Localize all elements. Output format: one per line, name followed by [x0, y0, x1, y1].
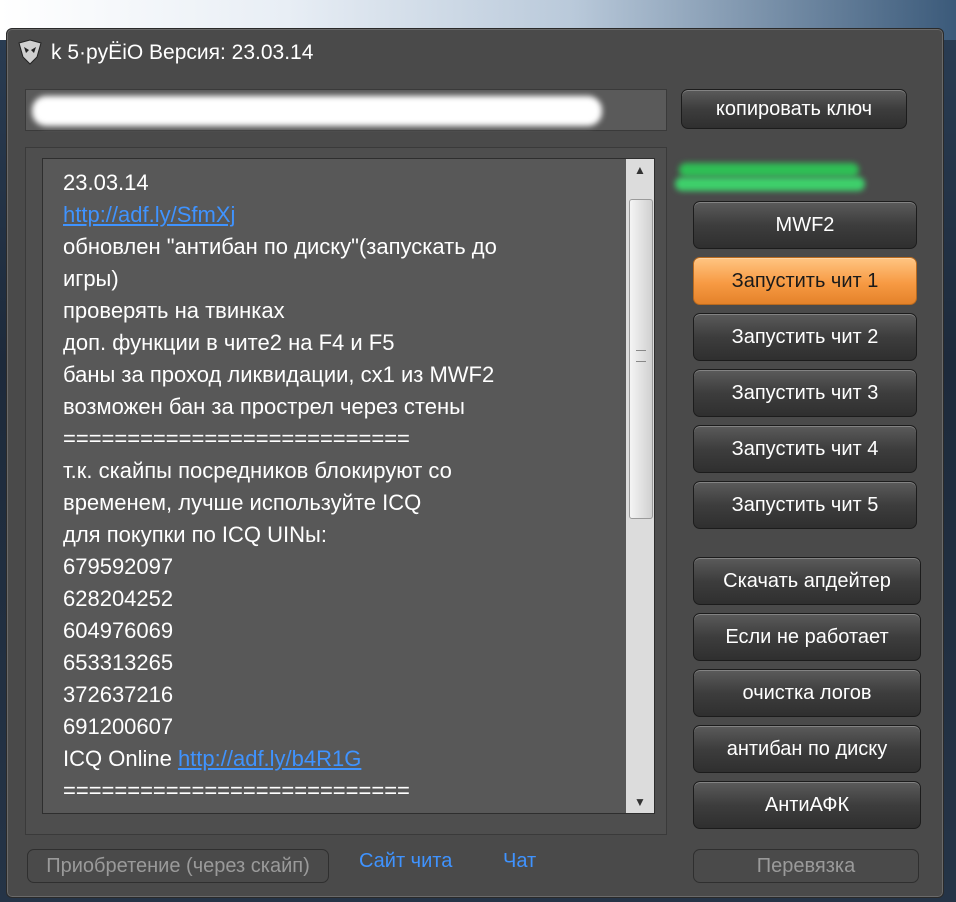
scroll-up-arrow-icon[interactable]: ▲ [626, 159, 654, 181]
news-log-line: =========================== [63, 426, 410, 451]
if-not-working-button[interactable]: Если не работает [693, 613, 921, 661]
news-log-line: проверять на твинках [63, 298, 285, 323]
news-log-line: возможен бан за прострел через стены [63, 394, 465, 419]
news-log-line: временем, лучше используйте ICQ [63, 490, 422, 515]
app-logo-icon [18, 39, 42, 65]
news-log-lines: 23.03.14 http://adf.ly/SfmXj обновлен "ант… [63, 167, 613, 807]
grip-icon [636, 350, 646, 362]
start-cheat-3-button[interactable]: Запустить чит 3 [693, 369, 917, 417]
news-log-line: доп. функции в чите2 на F4 и F5 [63, 330, 395, 355]
scroll-down-arrow-icon[interactable]: ▼ [626, 791, 654, 813]
start-cheat-5-button[interactable]: Запустить чит 5 [693, 481, 917, 529]
redacted-status [675, 163, 865, 193]
title-bar: k 5·pyËiO Версия: 23.03.14 [7, 29, 943, 77]
news-log[interactable]: 23.03.14 http://adf.ly/SfmXj обновлен "ант… [42, 158, 628, 814]
start-cheat-4-button[interactable]: Запустить чит 4 [693, 425, 917, 473]
news-log-separator: =========================== [63, 778, 410, 803]
chat-link[interactable]: Чат [503, 850, 536, 873]
icq-online-link[interactable]: http://adf.ly/b4R1G [178, 746, 361, 771]
start-cheat-1-button[interactable]: Запустить чит 1 [693, 257, 917, 305]
news-log-line: 23.03.14 [63, 170, 149, 195]
news-log-line: для покупки по ICQ UINы: [63, 522, 327, 547]
news-log-line: 604976069 [63, 618, 174, 643]
news-log-line: 372637216 [63, 682, 174, 707]
rebind-button[interactable]: Перевязка [693, 849, 919, 883]
news-log-line: игры) [63, 266, 119, 291]
news-log-line: обновлен "антибан по диску"(запускать до [63, 234, 497, 259]
news-log-line: 691200607 [63, 714, 174, 739]
copy-key-button[interactable]: копировать ключ [681, 89, 907, 129]
news-log-line[interactable]: http://adf.ly/SfmXj [63, 199, 613, 231]
license-key-field[interactable] [25, 89, 667, 131]
game-mwf2-button[interactable]: MWF2 [693, 201, 917, 249]
clear-logs-button[interactable]: очистка логов [693, 669, 921, 717]
news-log-line: т.к. скайпы посредников блокируют со [63, 458, 452, 483]
news-scrollbar[interactable]: ▲ ▼ [626, 158, 655, 814]
window-title: k 5·pyËiO Версия: 23.03.14 [51, 41, 314, 64]
start-cheat-2-button[interactable]: Запустить чит 2 [693, 313, 917, 361]
news-log-line: 628204252 [63, 586, 174, 611]
icq-online-line: ICQ Online http://adf.ly/b4R1G [63, 743, 613, 775]
news-log-line: 679592097 [63, 554, 174, 579]
antiban-disk-button[interactable]: антибан по диску [693, 725, 921, 773]
redacted-key [32, 96, 602, 126]
cheat-site-link[interactable]: Сайт чита [359, 850, 452, 873]
news-log-line: 653313265 [63, 650, 174, 675]
icq-online-label: ICQ Online [63, 746, 178, 771]
app-window: k 5·pyËiO Версия: 23.03.14 копировать кл… [6, 28, 944, 898]
news-log-line: баны за проход ликвидации, сх1 из MWF2 [63, 362, 495, 387]
news-link[interactable]: http://adf.ly/SfmXj [63, 202, 235, 227]
anti-afk-button[interactable]: АнтиАФК [693, 781, 921, 829]
scroll-thumb[interactable] [629, 199, 653, 519]
news-panel: 23.03.14 http://adf.ly/SfmXj обновлен "ант… [25, 147, 667, 835]
purchase-skype-button[interactable]: Приобретение (через скайп) [27, 849, 329, 883]
download-updater-button[interactable]: Скачать апдейтер [693, 557, 921, 605]
rebind-label: Перевязка [756, 854, 856, 877]
